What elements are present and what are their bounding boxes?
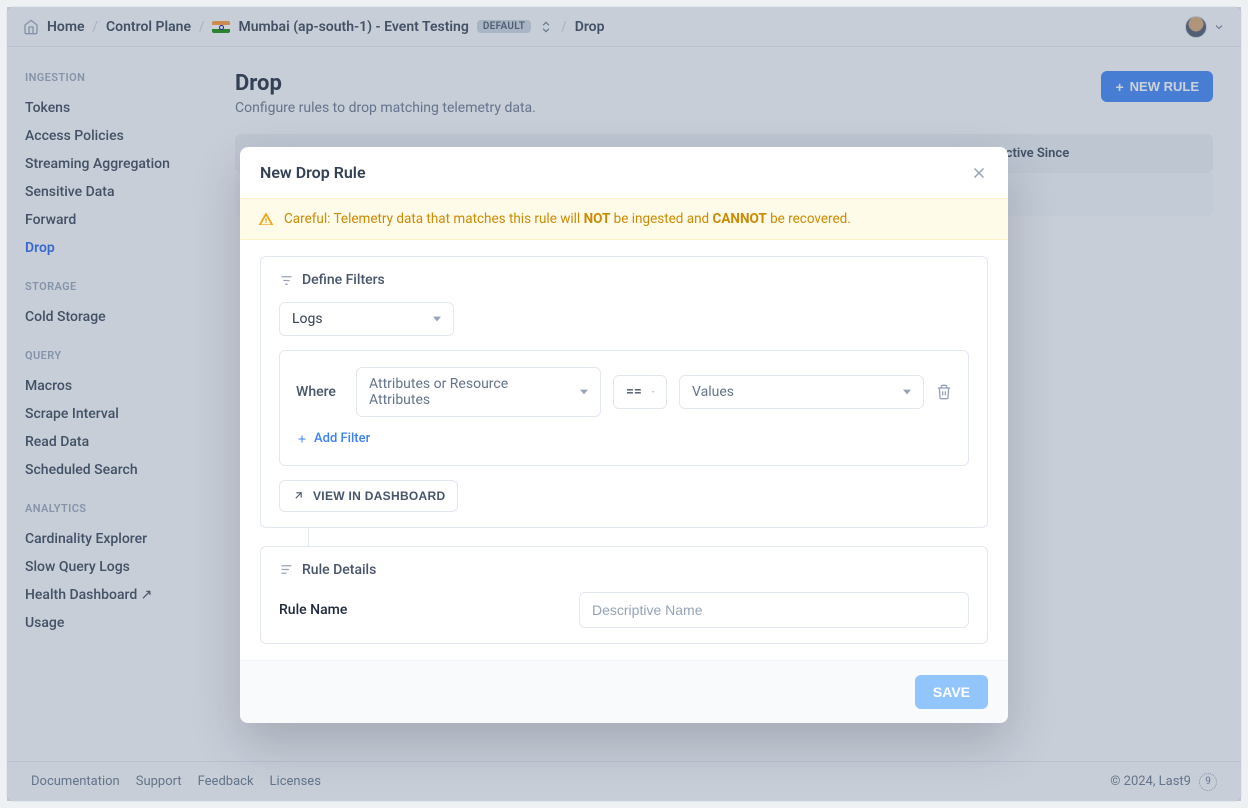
warning-text: Careful: Telemetry data that matches thi… bbox=[284, 211, 851, 227]
attribute-select[interactable]: Attributes or Resource Attributes bbox=[356, 367, 601, 417]
filter-row: Where Attributes or Resource Attributes … bbox=[296, 367, 952, 417]
external-link-icon bbox=[292, 489, 305, 502]
rule-details-heading: Rule Details bbox=[302, 562, 376, 578]
rule-name-label: Rule Name bbox=[279, 602, 559, 618]
filter-conditions-box: Where Attributes or Resource Attributes … bbox=[279, 350, 969, 466]
modal-title: New Drop Rule bbox=[260, 163, 366, 182]
plus-icon bbox=[296, 433, 308, 445]
panel-connector bbox=[308, 528, 988, 546]
rule-details-panel: Rule Details Rule Name bbox=[260, 546, 988, 644]
add-filter-label: Add Filter bbox=[314, 431, 370, 446]
values-placeholder: Values bbox=[692, 384, 734, 400]
operator-select[interactable]: == bbox=[613, 375, 667, 409]
caret-down-icon bbox=[652, 388, 654, 396]
telemetry-type-value: Logs bbox=[292, 311, 323, 327]
caret-down-icon bbox=[433, 315, 441, 323]
caret-down-icon bbox=[903, 388, 911, 396]
where-label: Where bbox=[296, 384, 344, 400]
define-filters-panel: Define Filters Logs Where Attributes or … bbox=[260, 256, 988, 528]
telemetry-type-select[interactable]: Logs bbox=[279, 302, 454, 336]
rule-name-input[interactable] bbox=[579, 592, 969, 628]
new-drop-rule-modal: New Drop Rule Careful: Telemetry data th… bbox=[240, 147, 1008, 723]
filter-icon bbox=[279, 273, 294, 288]
attribute-placeholder: Attributes or Resource Attributes bbox=[369, 376, 570, 408]
save-button[interactable]: SAVE bbox=[915, 675, 988, 709]
warning-alert: Careful: Telemetry data that matches thi… bbox=[240, 198, 1008, 240]
list-icon bbox=[279, 562, 294, 577]
add-filter-button[interactable]: Add Filter bbox=[296, 431, 370, 446]
view-in-dashboard-label: VIEW IN DASHBOARD bbox=[313, 489, 445, 503]
trash-icon[interactable] bbox=[936, 384, 952, 400]
values-select[interactable]: Values bbox=[679, 375, 924, 409]
caret-down-icon bbox=[580, 388, 588, 396]
warning-icon bbox=[258, 211, 274, 227]
define-filters-heading: Define Filters bbox=[302, 272, 385, 288]
close-icon[interactable] bbox=[970, 164, 988, 182]
view-in-dashboard-button[interactable]: VIEW IN DASHBOARD bbox=[279, 480, 458, 512]
operator-value: == bbox=[626, 384, 642, 400]
